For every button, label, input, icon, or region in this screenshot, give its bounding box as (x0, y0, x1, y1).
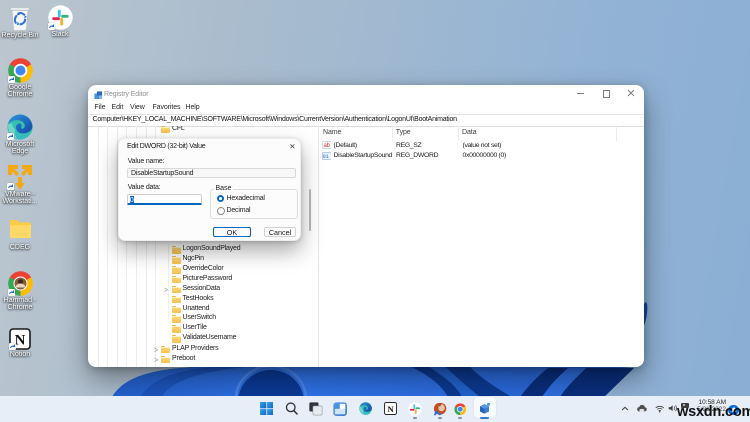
svg-text:ab: ab (323, 143, 330, 149)
svg-text:N: N (387, 404, 394, 414)
svg-text:N: N (15, 333, 26, 349)
svg-text:01: 01 (322, 154, 328, 160)
